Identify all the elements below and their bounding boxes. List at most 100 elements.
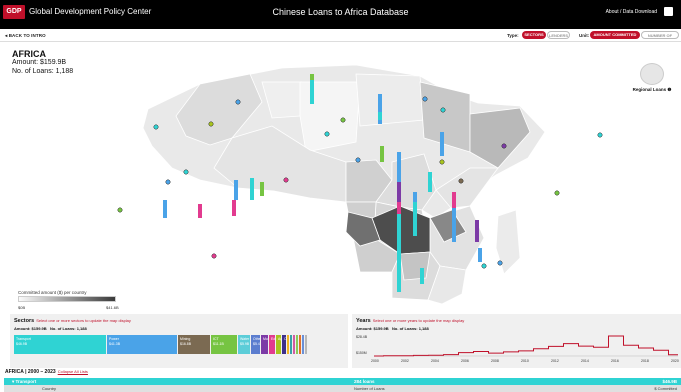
page-title: Chinese Loans to Africa Database — [272, 7, 409, 17]
table-caption: AFRICA | 2000 – 2023 Collapse All Lists — [5, 369, 88, 375]
region-loans: No. of Loans: 1,188 — [12, 68, 74, 75]
legend-max: $41.6B — [106, 305, 119, 310]
sector-tile-ict[interactable]: ICT $11.1B — [211, 335, 237, 354]
sector-row-label: ▾ Transport — [12, 379, 37, 384]
regional-loans-icon[interactable] — [640, 63, 664, 85]
sector-tile-power[interactable]: Power $41.3B — [107, 335, 177, 354]
map-area — [0, 42, 681, 314]
region-title: AFRICA — [12, 49, 46, 59]
sector-tile-label: Other — [253, 337, 260, 341]
year-point-2006[interactable] — [460, 334, 472, 358]
x-tick-label: 2018 — [641, 359, 649, 363]
sectors-stats: Amount: $159.9B No. of Loans: 1,188 — [14, 326, 87, 331]
top-bar: GDP Global Development Policy Center Chi… — [0, 0, 681, 29]
collapse-all-link[interactable]: Collapse All Lists — [58, 369, 88, 374]
year-point-2013[interactable] — [565, 334, 577, 358]
col-country: Country — [42, 386, 57, 391]
sector-tile-other[interactable]: Other$5.4B — [251, 335, 260, 354]
col-amount: $ Committed — [654, 386, 677, 391]
sector-tile-transport[interactable]: Transport $46.9B — [14, 335, 106, 354]
regional-loans[interactable]: Regional Loans ❶ — [631, 63, 673, 93]
year-point-2001[interactable] — [385, 334, 397, 358]
year-point-2011[interactable] — [535, 334, 547, 358]
sector-tile-value: $16.8B — [180, 341, 192, 346]
unit-amount-toggle[interactable]: AMOUNT COMMITTED — [590, 31, 640, 39]
x-tick-label: 2004 — [431, 359, 439, 363]
sector-tile-minor[interactable] — [299, 335, 301, 354]
year-point-2002[interactable] — [400, 334, 412, 358]
sector-tile-value: $11.1B — [213, 341, 224, 346]
sector-tile-minor[interactable] — [305, 335, 307, 354]
type-sectors-toggle[interactable]: SECTORS — [522, 31, 546, 39]
year-point-2003[interactable] — [415, 334, 427, 358]
col-loans: Number of Loans — [354, 386, 385, 391]
share-icon[interactable] — [664, 7, 673, 16]
x-tick-label: 2006 — [461, 359, 469, 363]
unit-number-toggle[interactable]: NUMBER OF LOANS — [641, 31, 679, 46]
sector-tile-minor[interactable] — [293, 335, 295, 354]
year-point-2004[interactable] — [430, 334, 442, 358]
year-point-2014[interactable] — [580, 334, 592, 358]
sector-row-transport[interactable]: ▾ Transport 284 loans $46.9B — [4, 378, 681, 385]
year-point-2000[interactable] — [374, 334, 382, 358]
years-stats: Amount: $159.9B No. of Loans: 1,188 — [356, 326, 429, 331]
x-tick-label: 2000 — [371, 359, 379, 363]
sector-tile-value: $46.9B — [16, 341, 28, 346]
about-download-link[interactable]: About / Data Download — [606, 5, 657, 19]
app-root: GDP Global Development Policy Center Chi… — [0, 0, 681, 392]
table-header-row: Country Number of Loans $ Committed — [4, 385, 681, 392]
sector-tile-minor[interactable] — [296, 335, 298, 354]
region-amount: Amount: $159.9B — [12, 59, 67, 66]
info-icon[interactable]: ❶ — [667, 87, 671, 92]
regional-loans-label: Regional Loans ❶ — [632, 87, 672, 92]
control-bar: ◂ BACK TO INTRO Type: SECTORS LENDERS Un… — [0, 29, 681, 46]
years-line-chart[interactable] — [374, 334, 678, 358]
year-point-2019[interactable] — [655, 334, 667, 358]
year-point-2010[interactable] — [520, 334, 532, 358]
year-point-2008[interactable] — [490, 334, 502, 358]
x-tick-label: 2002 — [401, 359, 409, 363]
year-point-2012[interactable] — [550, 334, 562, 358]
sector-row-loans: 284 loans — [354, 379, 375, 384]
years-panel: Years Select one or more years to update … — [352, 314, 681, 368]
sector-row-amount: $46.9B — [662, 379, 677, 384]
sector-tile-multi[interactable]: Multi — [261, 335, 268, 354]
sector-tile-minor[interactable] — [302, 335, 304, 354]
sector-tile-label: Ag — [278, 337, 281, 341]
year-point-2015[interactable] — [595, 334, 607, 358]
back-to-intro-link[interactable]: ◂ BACK TO INTRO — [5, 32, 46, 39]
type-label: Type: — [507, 33, 519, 38]
x-tick-label: 2010 — [521, 359, 529, 363]
sector-tile-label: Ed — [271, 337, 275, 341]
year-point-2005[interactable] — [445, 334, 457, 358]
year-point-2007[interactable] — [475, 334, 487, 358]
year-point-2018[interactable] — [640, 334, 652, 358]
y-label-min: $150M — [356, 351, 367, 355]
type-lenders-toggle[interactable]: LENDERS — [547, 31, 570, 39]
x-tick-label: 2014 — [581, 359, 589, 363]
x-tick-label: 2012 — [551, 359, 559, 363]
sector-tile-water[interactable]: Water $5.9B — [238, 335, 250, 354]
sector-tile-label: Water — [240, 337, 250, 341]
sector-tile-minor[interactable] — [290, 335, 292, 354]
x-tick-label: 2008 — [491, 359, 499, 363]
legend-scale — [18, 296, 116, 302]
x-tick-label: 2016 — [611, 359, 619, 363]
years-heading: Years Select one or more years to update … — [356, 318, 465, 324]
sectors-heading: Sectors Select one or more sectors to upd… — [14, 318, 131, 324]
year-point-2009[interactable] — [505, 334, 517, 358]
year-point-2020[interactable] — [670, 334, 678, 358]
sector-tile-mining[interactable]: Mining $16.8B — [178, 335, 210, 354]
sectors-panel: Sectors Select one or more sectors to upd… — [10, 314, 348, 368]
sector-tile-label: Oil — [284, 337, 286, 341]
sector-tile-minor[interactable] — [287, 335, 289, 354]
sector-tile-ag[interactable]: Ag — [276, 335, 281, 354]
sector-tile-value: $5.4B — [253, 341, 260, 346]
sector-tile-label: Multi — [263, 337, 268, 341]
year-point-2017[interactable] — [625, 334, 637, 358]
year-point-2016[interactable] — [610, 334, 622, 358]
unit-label: Unit: — [579, 33, 590, 38]
sector-tile-ed[interactable]: Ed — [269, 335, 275, 354]
africa-map[interactable] — [0, 42, 681, 314]
sector-tile-oil[interactable]: Oil — [282, 335, 286, 354]
